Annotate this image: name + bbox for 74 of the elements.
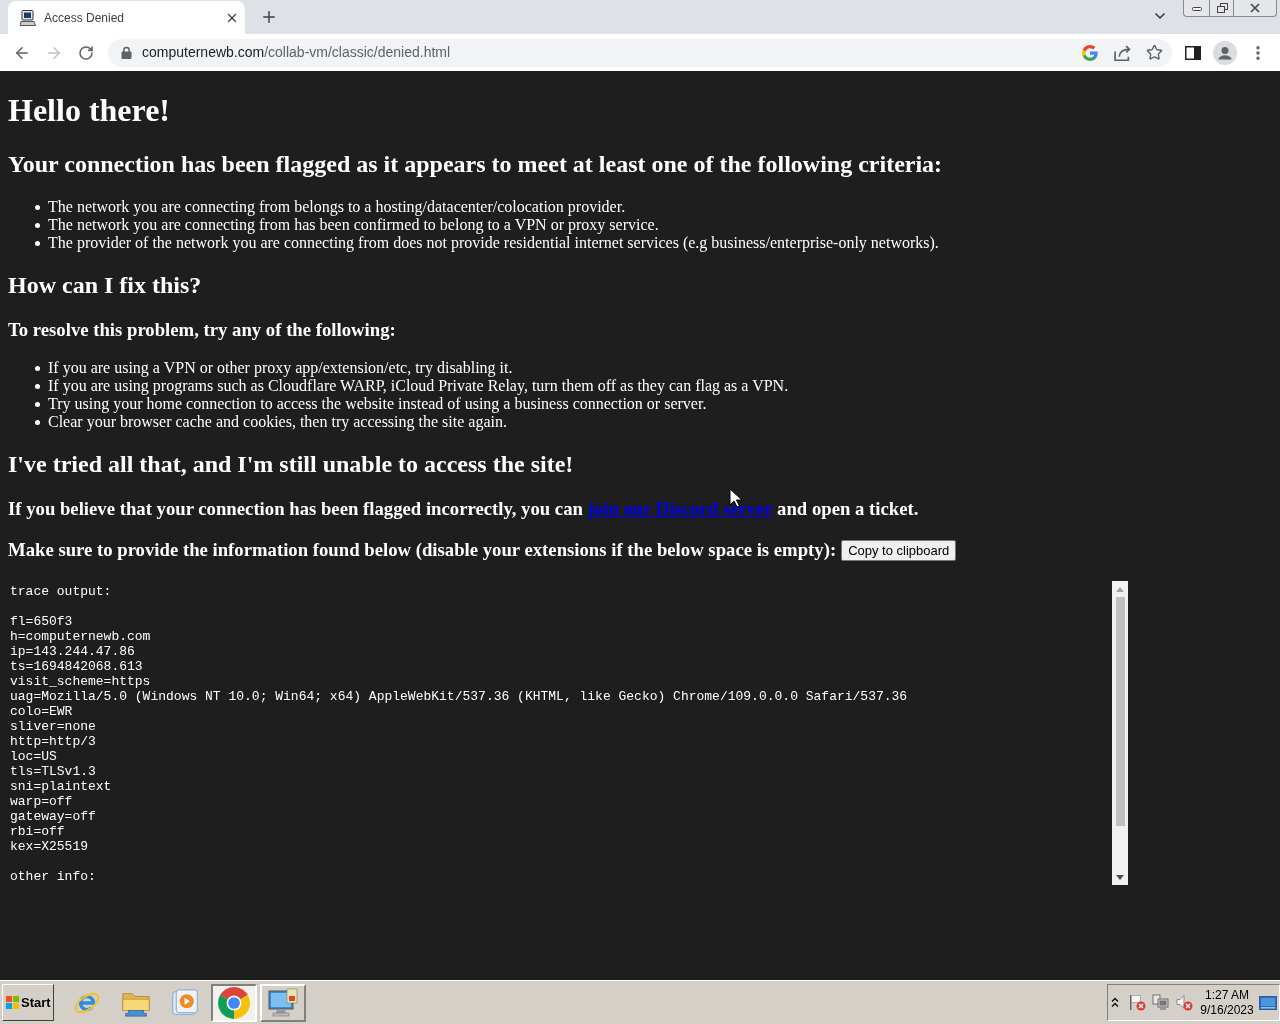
desktop-icon[interactable] [1259,995,1277,1010]
restore-button[interactable] [1209,0,1233,17]
minimize-button[interactable] [1183,0,1209,17]
taskbar-button[interactable] [210,983,257,1022]
trace-line: visit_scheme=https [10,674,151,689]
multicolor-g-icon[interactable] [1082,44,1098,61]
clock-time[interactable]: 1:27 AM [1205,987,1249,1003]
trace-line: loc=US [10,749,57,764]
trace-line: sliver=none [10,719,96,734]
criteria-item: The network you are connecting from belongs to a hosting/datacenter/colocation provider. [48,198,626,216]
trace-line: h=computernewb.com [10,629,151,644]
reload-icon[interactable] [78,44,94,61]
restore-icon [1215,3,1228,13]
trace-line: fl=650f3 [10,614,73,629]
bullet-icon [35,365,40,371]
trace-line: ts=1694842068.613 [10,659,143,674]
bullet-icon [35,204,40,210]
computer-icon [20,9,36,26]
criteria-item: The network you are connecting from has been confirmed to belong to a VPN or proxy service. [48,216,659,234]
bullet-icon [35,419,40,425]
step-item: If you are using programs such as Cloudflare WARP, iCloud Private Relay, turn them off as they can flag as a VPN. [48,377,789,395]
trace-line: tls=TLSv1.3 [10,764,96,779]
trace-line: rbi=off [10,824,65,839]
instruction-text: Make sure to provide the information found below (disable your extensions if the below space is empty): [8,539,837,561]
criteria-heading: Your connection has been flagged as it appears to meet at least one of the following criteria: [8,150,943,178]
mouse-pointer-icon [729,488,742,508]
trace-line: gateway=off [10,809,96,824]
subheading: To resolve this problem, try any of the following: [8,319,396,341]
clock-date[interactable]: 9/16/2023 [1200,1002,1254,1018]
url-text: computernewb.com/collab-vm/classic/denied.html [142,43,451,62]
star-icon[interactable] [1145,44,1163,61]
trace-line: uag=Mozilla/5.0 (Windows NT 10.0; Win64; x64) AppleWebKit/537.36 (KHTML, like Gecko) Chrome/109.0.0.0 Safari/537.36 [10,689,908,704]
monitor-icon [266,987,299,1018]
step-item: If you are using a VPN or other proxy app/extension/etc, try disabling it. [48,359,513,377]
criteria-item: The provider of the network you are connecting from does not provide residential internet services (e.g business/enterprise-only networks). [48,234,939,252]
trace-heading: trace output: [10,584,112,599]
media-player-icon [170,988,199,1017]
trace-line: sni=plaintext [10,779,112,794]
step-item: Try using your home connection to access the website instead of using a business connection or server. [48,395,707,413]
flag-error-icon[interactable] [1129,994,1146,1011]
double-chevron-up-icon[interactable] [1111,997,1119,1008]
plus-icon[interactable] [260,8,278,26]
trace-line: ip=143.244.47.86 [10,644,135,659]
scroll-down-icon[interactable] [1116,874,1124,880]
bullet-icon [35,240,40,246]
browser-tab[interactable]: Access Denied [8,1,245,34]
page-title: Hello there! [8,92,170,129]
start-logo-icon [5,995,20,1010]
scrollbar-thumb[interactable] [1115,597,1125,826]
browser-logo-icon [217,986,250,1019]
copy-button[interactable]: Copy to clipboard [841,539,957,561]
share-icon[interactable] [1113,44,1131,61]
speaker-error-icon[interactable] [1176,994,1193,1011]
network-icon[interactable] [1152,994,1169,1011]
close-button[interactable] [1233,0,1277,17]
close-icon [1249,3,1261,13]
trace-line: kex=X25519 [10,839,88,854]
step-item: Clear your browser cache and cookies, then try accessing the site again. [48,413,507,431]
section-heading: I've tried all that, and I'm still unable to access the site! [8,450,574,478]
trace-line: warp=off [10,794,73,809]
trace-line: colo=EWR [10,704,73,719]
bullet-icon [35,401,40,407]
contact-text: If you believe that your connection has been flagged incorrectly, you can join our Discord server and open a ticket. [8,498,919,520]
side-panel-icon[interactable] [1185,45,1201,60]
trace-heading: other info: [10,869,96,884]
profile-icon[interactable] [1213,40,1237,65]
bullet-icon [35,383,40,389]
start-button[interactable]: Start [2,984,54,1021]
address-bar[interactable]: computernewb.com/collab-vm/classic/denied.html [108,38,1172,67]
lock-icon[interactable] [121,46,132,59]
trace-line: http=http/3 [10,734,96,749]
bullet-icon [35,222,40,228]
section-heading: How can I fix this? [8,271,202,299]
scrollbar[interactable] [1112,581,1128,885]
